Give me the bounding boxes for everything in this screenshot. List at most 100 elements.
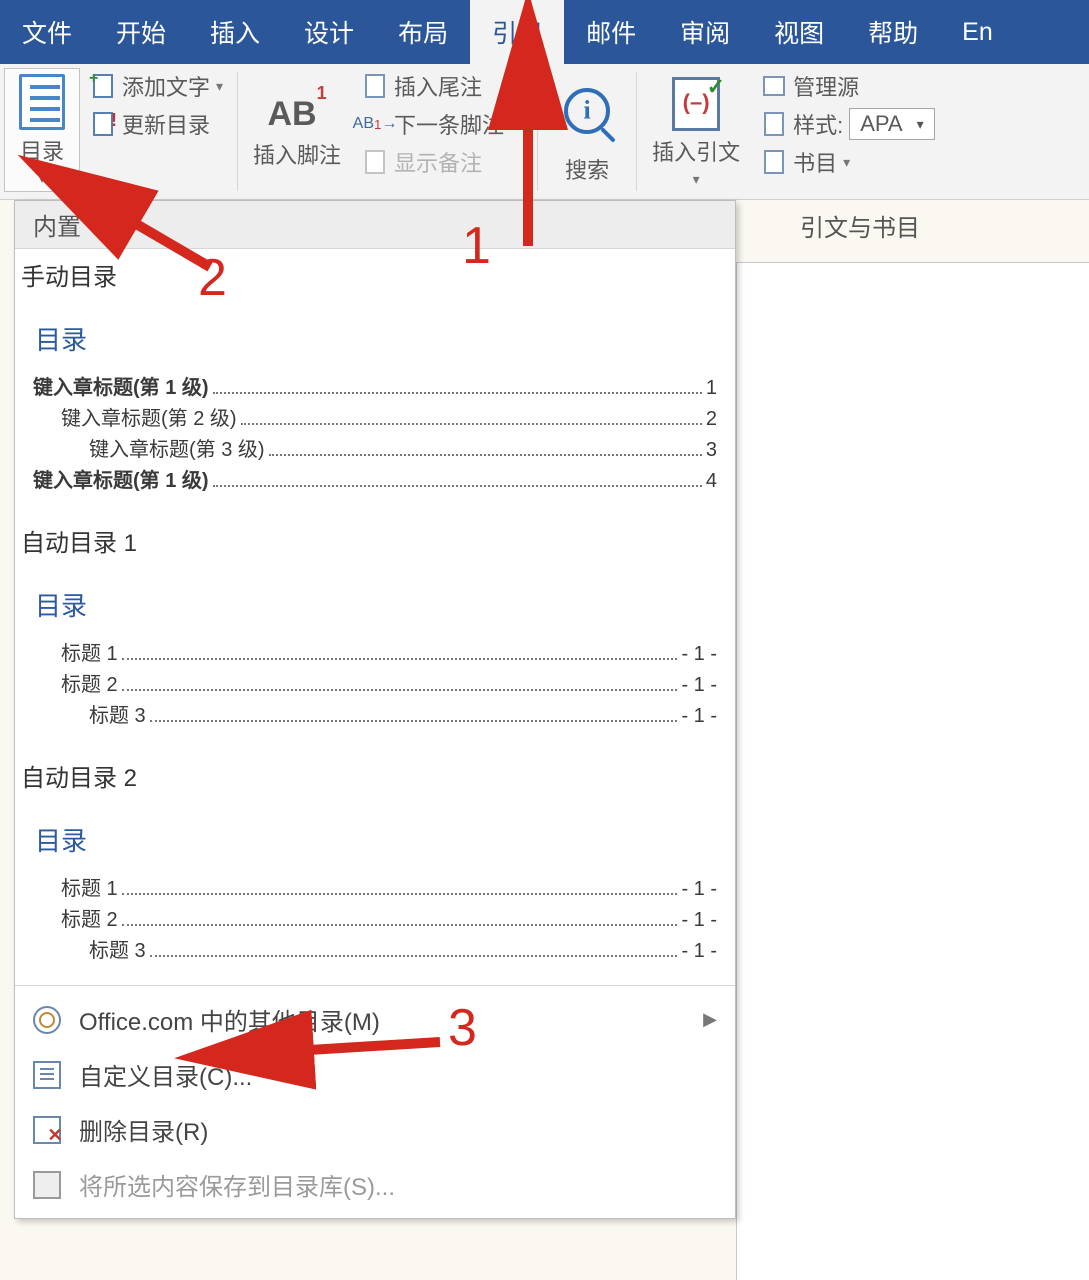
- annotation-arrow-1: [500, 46, 560, 256]
- globe-icon: [33, 1006, 61, 1034]
- tab-design[interactable]: 设计: [282, 0, 376, 64]
- annotation-number-2: 2: [198, 248, 227, 308]
- toc-preview-line: 标题 2 - 1 -: [33, 668, 717, 697]
- gallery-item-auto2-label: 自动目录 2: [15, 750, 735, 795]
- save-icon: [33, 1171, 61, 1199]
- leader-dots: [150, 955, 678, 957]
- toc-preview-line: 键入章标题(第 2 级) 2: [33, 402, 717, 431]
- tab-help[interactable]: 帮助: [846, 0, 940, 64]
- toc-icon: [19, 74, 65, 130]
- leader-dots: [122, 924, 678, 926]
- search-label: 搜索: [565, 153, 609, 185]
- tab-mailings[interactable]: 邮件: [564, 0, 658, 64]
- preview-title: 目录: [35, 320, 717, 357]
- toc-preview-line: 键入章标题(第 1 级) 4: [33, 464, 717, 493]
- bibliography-label: 书目: [793, 146, 837, 178]
- show-notes-label: 显示备注: [394, 146, 482, 178]
- toc-label: 目录: [20, 134, 64, 166]
- toc-line-page: 3: [706, 439, 717, 462]
- group-caption-citations: 引文与书目: [800, 208, 920, 243]
- style-icon: [761, 111, 787, 137]
- insert-endnote-button[interactable]: 插入尾注: [362, 70, 523, 102]
- tab-layout[interactable]: 布局: [376, 0, 470, 64]
- dropdown-caret-icon: ▾: [917, 116, 924, 133]
- tab-review[interactable]: 审阅: [658, 0, 752, 64]
- show-notes-icon: [362, 149, 388, 175]
- insert-footnote-button[interactable]: AB1 插入脚注: [242, 64, 352, 199]
- toc-line-label: 键入章标题(第 1 级): [33, 464, 209, 493]
- insert-citation-button[interactable]: (–)✓ 插入引文 ▾: [641, 64, 751, 199]
- citation-icon: (–)✓: [672, 77, 720, 131]
- toc-preview-line: 标题 2- 1 -: [33, 903, 717, 932]
- toc-line-label: 键入章标题(第 2 级): [61, 402, 237, 431]
- dropdown-caret-icon: ▾: [38, 170, 45, 187]
- update-toc-icon: !: [90, 111, 116, 137]
- citation-style-row: 样式: APA ▾: [761, 108, 935, 140]
- toc-preview-line: 键入章标题(第 3 级) 3: [33, 433, 717, 462]
- annotation-number-1: 1: [462, 216, 491, 276]
- tab-file[interactable]: 文件: [0, 0, 94, 64]
- tab-insert[interactable]: 插入: [188, 0, 282, 64]
- remove-toc-label: 删除目录(R): [79, 1112, 208, 1147]
- leader-dots: [122, 658, 678, 660]
- search-icon: i: [564, 88, 610, 134]
- toc-line-page: 4: [706, 470, 717, 493]
- custom-toc-label: 自定义目录(C)...: [79, 1057, 252, 1092]
- toc-line-label: 键入章标题(第 3 级): [89, 433, 265, 462]
- dropdown-caret-icon: ▾: [693, 171, 700, 188]
- toc-line-page: 1: [706, 377, 717, 400]
- manage-sources-button[interactable]: 管理源: [761, 70, 935, 102]
- update-toc-label: 更新目录: [122, 108, 210, 140]
- save-to-gallery-button: 将所选内容保存到目录库(S)...: [15, 1157, 735, 1212]
- show-notes-button: 显示备注: [362, 146, 523, 178]
- leader-dots: [122, 689, 678, 691]
- toc-preview-line: 标题 3- 1 -: [33, 934, 717, 963]
- toc-preview-line: 键入章标题(第 1 级) 1: [33, 371, 717, 400]
- toc-preview-line: 标题 1- 1 -: [33, 637, 717, 666]
- toc-line-page: - 1 -: [681, 940, 717, 963]
- toc-line-label: 键入章标题(第 1 级): [33, 371, 209, 400]
- separator: [636, 72, 637, 191]
- toc-preview-line: 标题 1- 1 -: [33, 872, 717, 901]
- toc-preview-line: 标题 3 - 1 -: [33, 699, 717, 728]
- manage-sources-label: 管理源: [793, 70, 859, 102]
- next-footnote-button[interactable]: AB1→ 下一条脚注 ▾: [362, 108, 523, 140]
- toc-line-page: - 1 -: [681, 674, 717, 697]
- toc-line-page: 2: [706, 408, 717, 431]
- gallery-item-manual[interactable]: 目录 键入章标题(第 1 级)1键入章标题(第 2 级)2键入章标题(第 3 级…: [15, 294, 735, 515]
- leader-dots: [122, 893, 678, 895]
- tab-view[interactable]: 视图: [752, 0, 846, 64]
- citation-style-select[interactable]: APA ▾: [849, 108, 934, 140]
- style-label: 样式:: [793, 108, 843, 140]
- leader-dots: [150, 720, 678, 722]
- bibliography-button[interactable]: 书目 ▾: [761, 146, 935, 178]
- leader-dots: [241, 423, 702, 425]
- toc-line-page: - 1 -: [681, 705, 717, 728]
- leader-dots: [213, 485, 702, 487]
- toc-line-label: 标题 3: [89, 699, 146, 728]
- remove-toc-button[interactable]: ✕ 删除目录(R): [15, 1102, 735, 1157]
- toc-line-page: - 1 -: [681, 643, 717, 666]
- insert-footnote-label: 插入脚注: [253, 138, 341, 170]
- tab-home[interactable]: 开始: [94, 0, 188, 64]
- manage-sources-icon: [761, 73, 787, 99]
- annotation-arrow-3: [230, 1024, 450, 1074]
- toc-line-page: - 1 -: [681, 909, 717, 932]
- page-icon: [33, 1061, 61, 1089]
- add-text-button[interactable]: + 添加文字 ▾: [90, 70, 223, 102]
- leader-dots: [213, 392, 702, 394]
- add-text-label: 添加文字: [122, 70, 210, 102]
- separator: [237, 72, 238, 191]
- gallery-item-auto2[interactable]: 目录 标题 1- 1 -标题 2- 1 -标题 3- 1 -: [15, 795, 735, 985]
- dropdown-caret-icon: ▾: [216, 78, 223, 95]
- update-toc-button[interactable]: ! 更新目录: [90, 108, 223, 140]
- group-citations: 管理源 样式: APA ▾ 书目 ▾: [751, 64, 945, 199]
- next-footnote-label: 下一条脚注: [394, 108, 504, 140]
- toc-line-label: 标题 2: [61, 668, 118, 697]
- gallery-item-auto1[interactable]: 目录 标题 1- 1 -标题 2- 1 -标题 3- 1 -: [15, 560, 735, 750]
- endnote-icon: [362, 73, 388, 99]
- footnote-icon: AB1: [267, 95, 326, 134]
- bibliography-icon: [761, 149, 787, 175]
- tab-truncated[interactable]: En: [940, 0, 1015, 64]
- next-footnote-icon: AB1→: [362, 111, 388, 137]
